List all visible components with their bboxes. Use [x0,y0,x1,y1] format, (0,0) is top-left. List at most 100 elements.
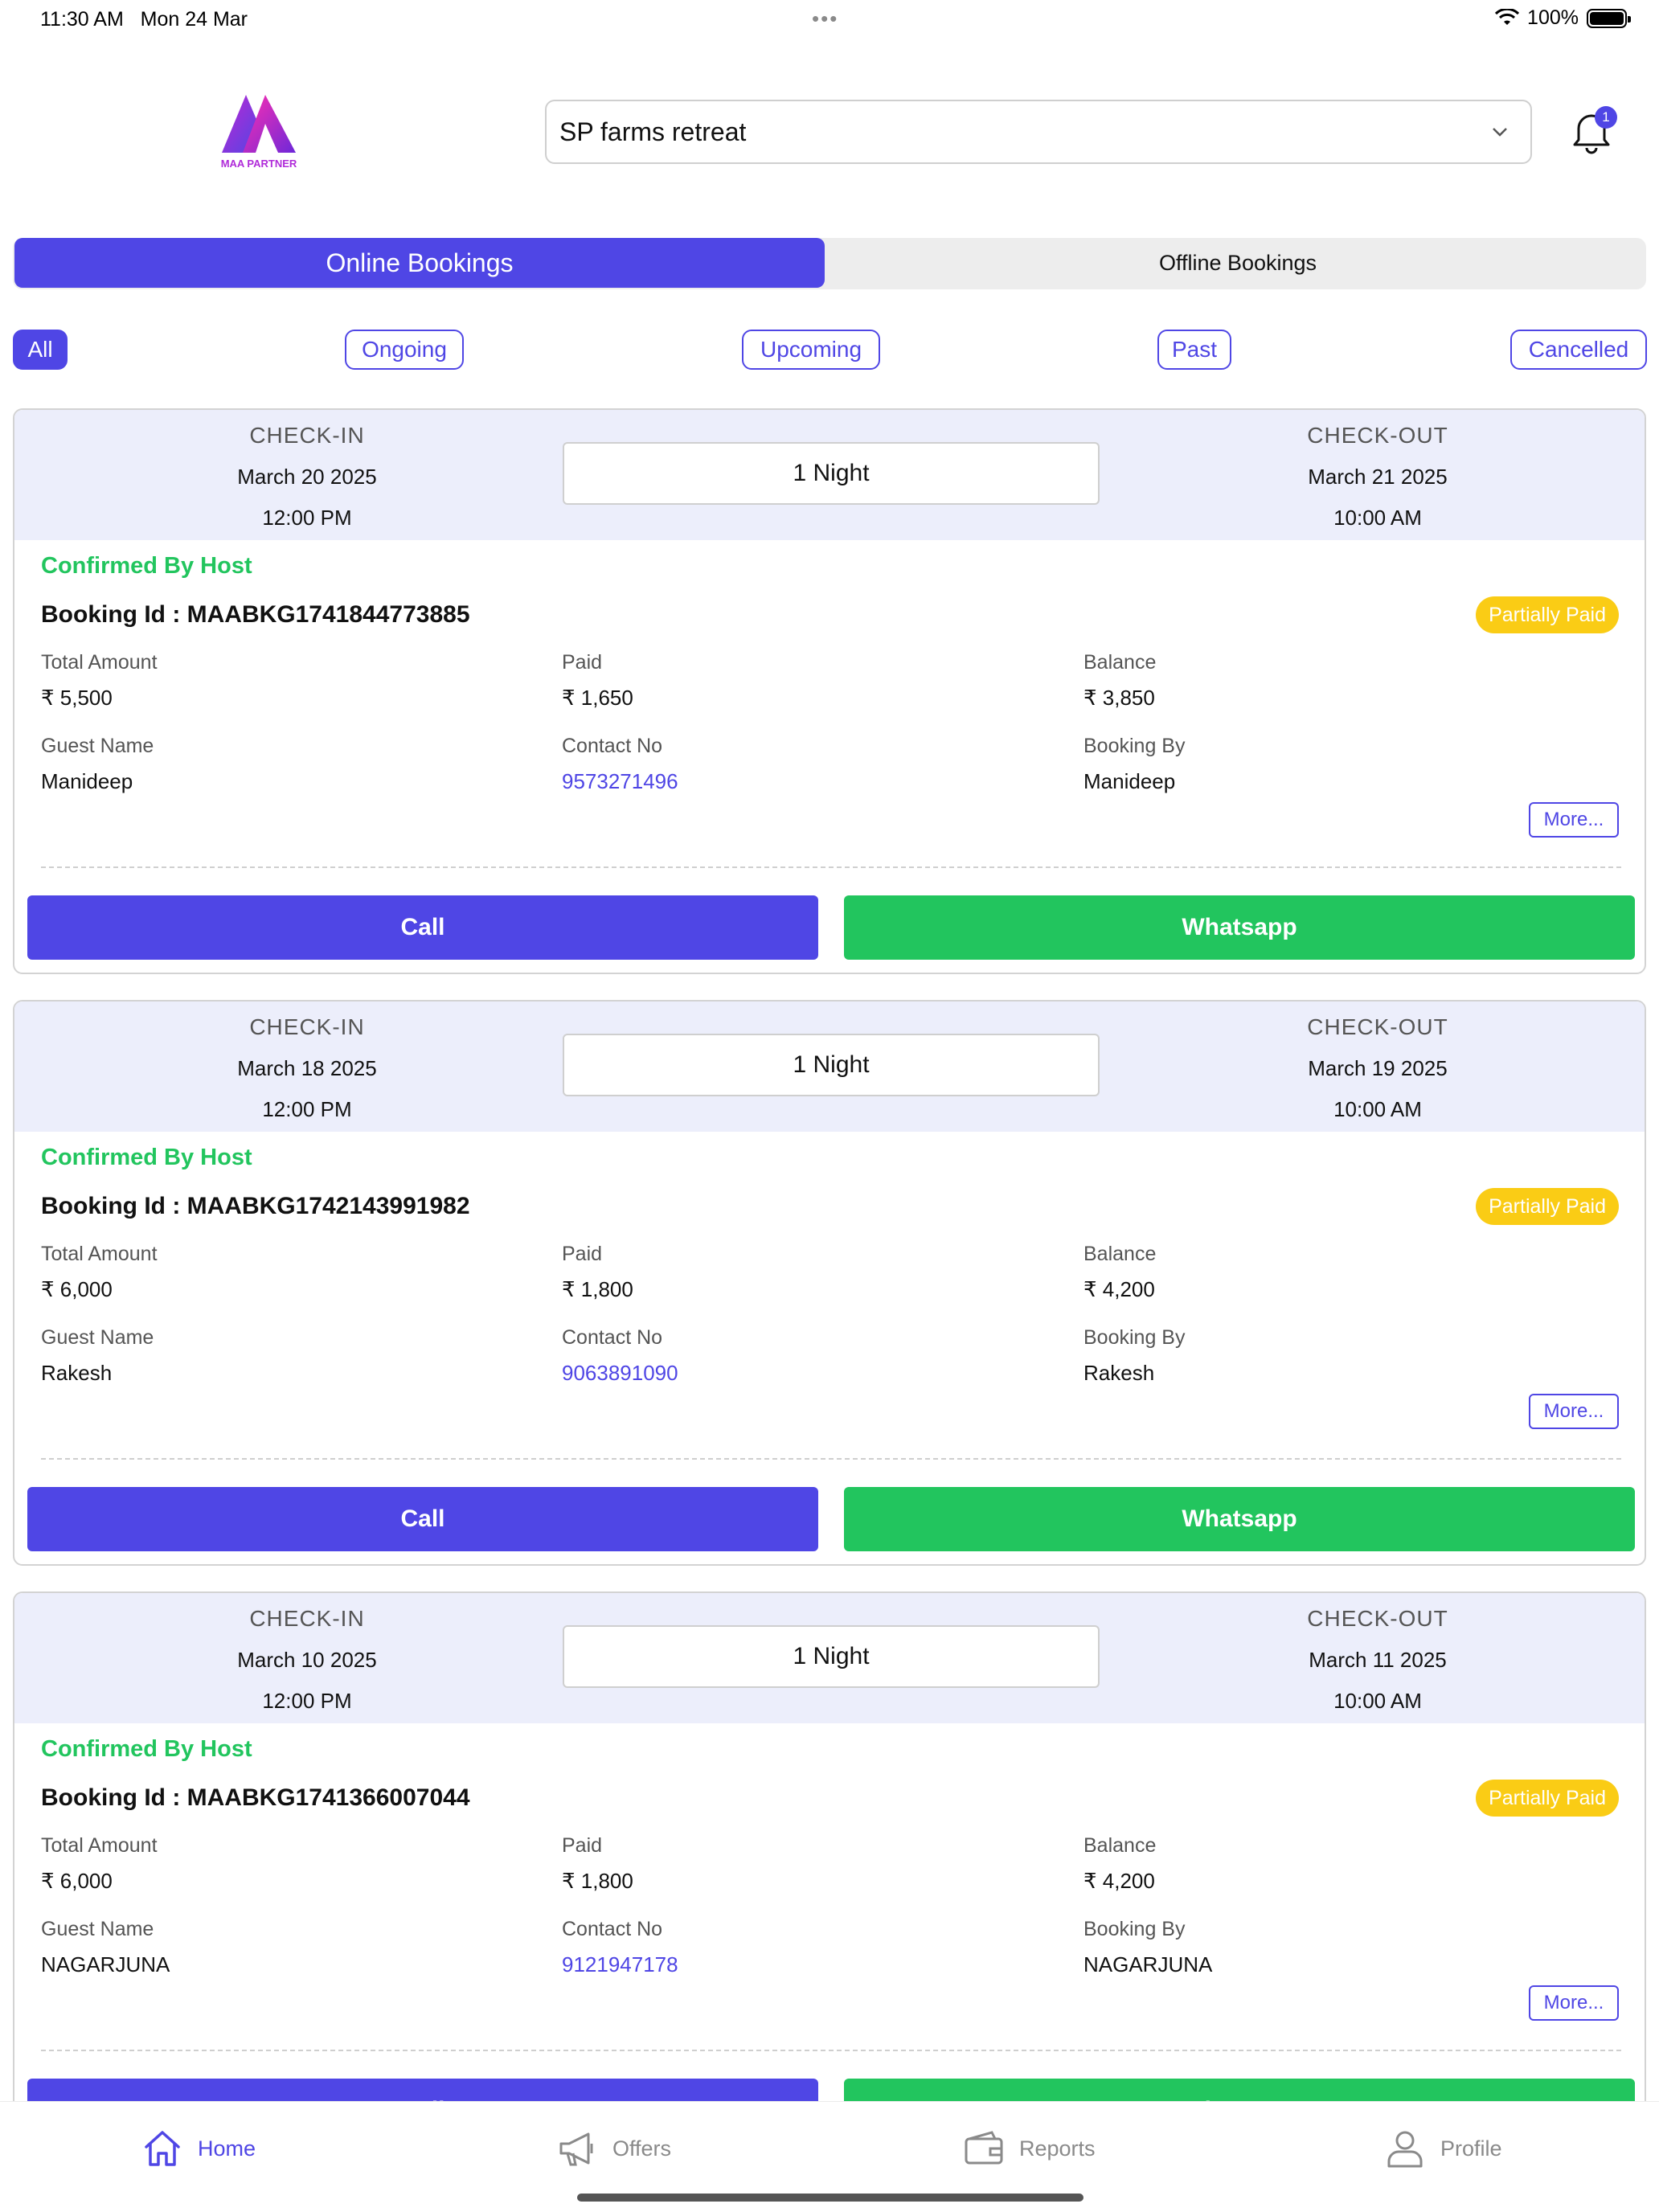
contact-field: Contact No 9121947178 [562,1918,678,1977]
booking-by-label: Booking By [1083,1918,1186,1940]
total-amount-field: Total Amount ₹ 5,500 [41,651,158,711]
contact-phone-link[interactable]: 9121947178 [562,1952,678,1977]
dashed-divider [41,1458,1621,1460]
nav-profile-label: Profile [1440,2136,1502,2161]
booking-by-value: Rakesh [1083,1361,1155,1385]
check-out-time: 10:00 AM [1333,1689,1422,1713]
home-icon [145,2131,180,2166]
check-out-block: CHECK-OUT March 21 2025 10:00 AM [1217,423,1538,530]
guest-name-label: Guest Name [41,735,154,757]
total-amount-label: Total Amount [41,1243,158,1265]
booking-dates-header: CHECK-IN March 20 2025 12:00 PM 1 Night … [14,410,1645,540]
wallet-icon [965,2131,1003,2165]
nav-reports[interactable]: Reports [963,2128,1096,2169]
booking-by-label: Booking By [1083,1326,1186,1349]
status-indicators: 100% [1495,6,1631,30]
filter-cancelled[interactable]: Cancelled [1510,330,1647,370]
check-out-date: March 19 2025 [1308,1056,1448,1080]
logo-text: MAA PARTNER [220,158,297,170]
guest-name-field: Guest Name Manideep [41,735,154,794]
check-out-time: 10:00 AM [1333,1097,1422,1121]
contact-label: Contact No [562,735,663,757]
contact-phone-link[interactable]: 9573271496 [562,769,678,794]
battery-icon [1587,8,1631,28]
total-amount-value: ₹ 5,500 [41,686,113,710]
booking-by-field: Booking By Manideep [1083,735,1185,794]
contact-label: Contact No [562,1326,663,1349]
booking-id: Booking Id : MAABKG1742143991982 [41,1193,470,1219]
filter-ongoing[interactable]: Ongoing [345,330,464,370]
whatsapp-button[interactable]: Whatsapp [844,1487,1635,1551]
paid-value: ₹ 1,650 [562,686,633,710]
filter-all[interactable]: All [13,330,68,370]
booking-id: Booking Id : MAABKG1741844773885 [41,601,470,628]
more-button[interactable]: More... [1529,1394,1619,1429]
check-in-label: CHECK-IN [249,1606,365,1631]
paid-value: ₹ 1,800 [562,1277,633,1301]
filter-upcoming[interactable]: Upcoming [742,330,880,370]
booking-dates-header: CHECK-IN March 10 2025 12:00 PM 1 Night … [14,1593,1645,1723]
megaphone-icon [559,2132,593,2166]
nights-count: 1 Night [563,1625,1100,1688]
check-out-date: March 21 2025 [1308,465,1448,489]
dashed-divider [41,2050,1621,2051]
total-amount-field: Total Amount ₹ 6,000 [41,1243,158,1302]
booking-by-label: Booking By [1083,735,1186,757]
multitasking-dots-icon[interactable]: ••• [812,6,838,31]
nav-home[interactable]: Home [141,2128,256,2169]
check-in-date: March 10 2025 [237,1648,377,1672]
check-out-label: CHECK-OUT [1307,1014,1448,1039]
booking-status: Confirmed By Host [41,1736,252,1762]
balance-field: Balance ₹ 4,200 [1083,1243,1156,1302]
nights-count: 1 Night [563,1034,1100,1096]
dashed-divider [41,866,1621,868]
check-in-date: March 20 2025 [237,465,377,489]
guest-name-label: Guest Name [41,1918,154,1940]
paid-label: Paid [562,1243,603,1265]
guest-name-value: Rakesh [41,1361,113,1385]
more-button[interactable]: More... [1529,802,1619,838]
property-select[interactable]: SP farms retreat [545,100,1532,164]
contact-phone-link[interactable]: 9063891090 [562,1361,678,1386]
nav-home-label: Home [198,2136,256,2161]
balance-field: Balance ₹ 4,200 [1083,1834,1156,1894]
guest-name-label: Guest Name [41,1326,154,1349]
home-indicator[interactable] [577,2194,1083,2202]
notifications-button[interactable]: 1 [1569,103,1617,154]
payment-status-badge: Partially Paid [1476,1188,1619,1225]
balance-field: Balance ₹ 3,850 [1083,651,1156,711]
booking-by-field: Booking By NAGARJUNA [1083,1918,1212,1977]
contact-field: Contact No 9063891090 [562,1326,678,1386]
tab-online-bookings[interactable]: Online Bookings [14,238,825,288]
booking-card: CHECK-IN March 20 2025 12:00 PM 1 Night … [13,408,1646,974]
paid-value: ₹ 1,800 [562,1869,633,1893]
status-time: 11:30 AM Mon 24 Mar [40,8,248,31]
check-in-block: CHECK-IN March 18 2025 12:00 PM [146,1014,468,1122]
wifi-icon [1495,8,1520,25]
balance-label: Balance [1083,651,1157,674]
more-button[interactable]: More... [1529,1985,1619,2021]
check-out-block: CHECK-OUT March 11 2025 10:00 AM [1217,1606,1538,1714]
check-out-label: CHECK-OUT [1307,423,1448,448]
chevron-down-icon [1493,128,1507,137]
paid-label: Paid [562,651,603,674]
whatsapp-button[interactable]: Whatsapp [844,895,1635,960]
total-amount-value: ₹ 6,000 [41,1277,113,1301]
balance-label: Balance [1083,1243,1157,1265]
notification-badge: 1 [1595,106,1617,129]
nav-offers[interactable]: Offers [556,2128,671,2169]
booking-id: Booking Id : MAABKG1741366007044 [41,1784,470,1811]
booking-by-field: Booking By Rakesh [1083,1326,1185,1386]
total-amount-label: Total Amount [41,1834,158,1857]
check-in-time: 12:00 PM [262,1689,352,1713]
call-button[interactable]: Call [27,895,818,960]
tab-offline-bookings[interactable]: Offline Bookings [836,238,1640,288]
paid-field: Paid ₹ 1,650 [562,651,633,711]
nav-profile[interactable]: Profile [1384,2128,1502,2169]
call-button[interactable]: Call [27,1487,818,1551]
status-bar: 11:30 AM Mon 24 Mar ••• 100% [0,0,1659,39]
filter-past[interactable]: Past [1157,330,1231,370]
balance-value: ₹ 4,200 [1083,1869,1155,1893]
contact-field: Contact No 9573271496 [562,735,678,794]
booking-type-tabs: Online Bookings Offline Bookings [13,238,1646,289]
